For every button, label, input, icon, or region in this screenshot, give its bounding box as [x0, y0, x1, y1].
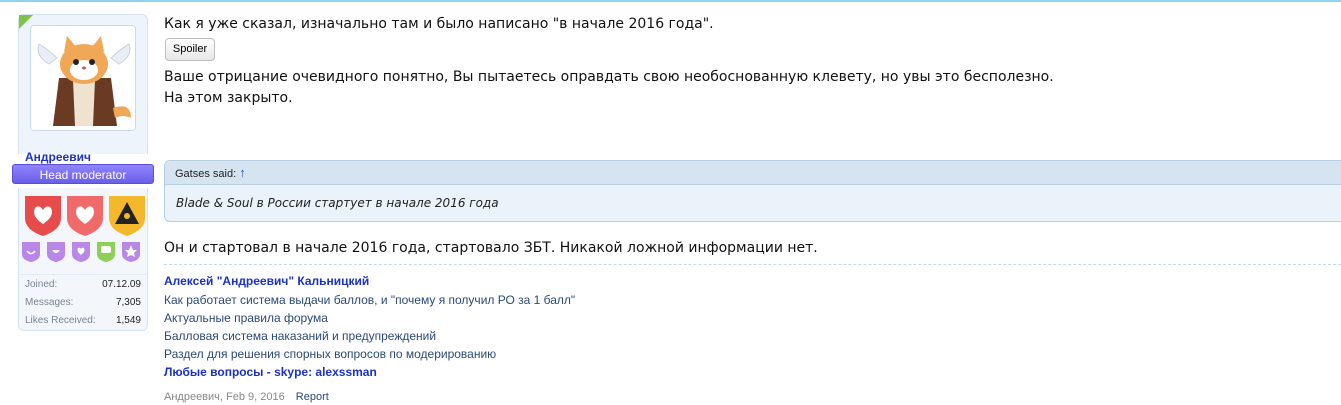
- avatar-holder: [18, 14, 148, 154]
- heart-medal-icon[interactable]: [65, 192, 105, 236]
- signature-link[interactable]: Раздел для решения спорных вопросов по м…: [164, 347, 496, 361]
- quote-header: Gatses said: ↑: [165, 161, 1341, 185]
- message-line: Ваше отрицание очевидного понятно, Вы пы…: [164, 69, 1054, 85]
- heart-wings-medal-icon[interactable]: [23, 192, 63, 236]
- star-medal-icon[interactable]: [122, 242, 140, 262]
- eye-pyramid-medal-icon[interactable]: [107, 192, 147, 236]
- signature-link[interactable]: Как работает система выдачи баллов, и "п…: [164, 293, 575, 307]
- stat-messages: Messages: 7,305: [25, 297, 141, 311]
- stat-value[interactable]: 7,305: [116, 297, 141, 308]
- medals-area: [18, 188, 148, 280]
- quote-text: Blade & Soul в России стартует в начале …: [176, 196, 499, 210]
- message-line: На этом закрыто.: [164, 90, 293, 106]
- message-line: Он и стартовал в начале 2016 года, старт…: [164, 240, 818, 256]
- user-panel: Андреевич Head moderator Joined: 07.12.0…: [12, 14, 154, 331]
- smile-medal-icon[interactable]: [22, 242, 40, 262]
- stat-label: Joined:: [25, 279, 58, 290]
- quote-jump-arrow-icon[interactable]: ↑: [239, 165, 246, 180]
- post-author-date[interactable]: Андреевич, Feb 9, 2016: [164, 391, 285, 403]
- heart-small-medal-icon[interactable]: [72, 242, 90, 262]
- post-meta: Андреевич, Feb 9, 2016 Report: [164, 391, 329, 403]
- message-line: Как я уже сказал, изначально там и было …: [164, 16, 714, 32]
- quote-block: Gatses said: ↑ Blade & Soul в России ста…: [164, 160, 1341, 222]
- stat-joined: Joined: 07.12.09: [25, 279, 141, 293]
- avatar[interactable]: [30, 25, 136, 131]
- stat-value: 1,549: [115, 315, 141, 326]
- cat-avatar-icon: [31, 26, 135, 130]
- quote-author: Gatses said:: [175, 168, 237, 180]
- stat-label: Messages:: [25, 297, 74, 308]
- signature-contact: Любые вопросы - skype: alexssman: [164, 365, 377, 379]
- username[interactable]: Андреевич: [25, 150, 91, 164]
- stat-value: 07.12.09: [102, 279, 141, 290]
- stat-label: Likes Received:: [25, 315, 96, 326]
- user-stats: Joined: 07.12.09 Messages: 7,305 Likes R…: [18, 274, 148, 331]
- top-border: [0, 0, 1341, 2]
- grin-medal-icon[interactable]: [47, 242, 65, 262]
- signature-link[interactable]: Актуальные правила форума: [164, 311, 328, 325]
- signature-link[interactable]: Балловая система наказаний и предупрежде…: [164, 329, 436, 343]
- stat-likes: Likes Received: 1,549: [25, 315, 141, 329]
- chat-medal-icon[interactable]: [97, 242, 115, 262]
- signature-divider: [164, 264, 1341, 265]
- user-title-badge: Head moderator: [12, 164, 154, 184]
- report-link[interactable]: Report: [296, 391, 329, 403]
- spoiler-button[interactable]: Spoiler: [165, 38, 215, 61]
- signature-name: Алексей "Андреевич" Кальницкий: [164, 274, 370, 288]
